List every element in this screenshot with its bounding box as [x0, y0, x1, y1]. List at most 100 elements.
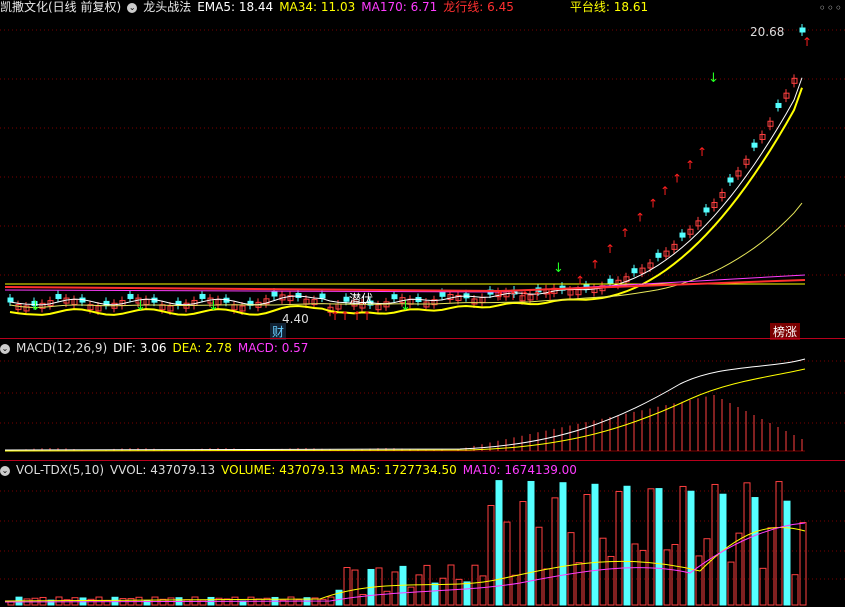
volume-bar — [631, 543, 639, 606]
down-arrow-icon: ↓ — [708, 71, 719, 86]
volume-bar — [679, 485, 687, 606]
down-arrow-icon: ↓ — [400, 299, 411, 314]
volume-bar — [623, 485, 631, 606]
candle-body — [391, 294, 398, 300]
volume-chart — [0, 480, 845, 606]
volume-bar — [447, 564, 455, 606]
volume-bar — [455, 578, 463, 606]
volume-bar — [535, 526, 543, 606]
volume-bar — [663, 549, 671, 606]
candle-body — [319, 293, 326, 299]
volume-bar — [351, 569, 359, 606]
up-arrow-icon: ↑ — [545, 289, 555, 303]
volume-bar — [783, 500, 791, 606]
volume-bar — [751, 497, 759, 606]
volume-bar — [671, 543, 679, 606]
volume-bar — [743, 482, 751, 606]
volume-bar — [687, 490, 695, 606]
volume-bar — [383, 590, 391, 606]
candle-body — [679, 232, 686, 238]
volume-bar — [439, 577, 447, 606]
volume-bar — [511, 574, 519, 606]
volume-bar — [183, 599, 191, 606]
up-arrow-icon: ↑ — [508, 289, 518, 303]
candle-body — [271, 291, 278, 297]
macd-chart — [0, 358, 845, 452]
up-arrow-icon: ↑ — [495, 289, 505, 303]
up-arrow-icon: ↑ — [590, 258, 600, 272]
up-arrow-icon: ↑ — [340, 309, 350, 323]
up-arrow-icon: ↑ — [648, 197, 658, 211]
down-arrow-icon: ↓ — [135, 299, 146, 314]
volume-bar — [431, 582, 439, 606]
candle-body — [7, 297, 14, 303]
volume-bar — [647, 488, 655, 606]
volume-bar — [95, 596, 103, 606]
volume-bar — [527, 480, 535, 606]
volume-bar — [199, 599, 207, 606]
candle-body — [655, 252, 662, 258]
up-arrow-icon: ↑ — [802, 35, 812, 49]
volume-bar — [727, 561, 735, 606]
up-arrow-icon: ↑ — [520, 289, 530, 303]
volume-bar — [295, 599, 303, 606]
volume-bar — [775, 481, 783, 606]
volume-bar — [599, 537, 607, 606]
up-arrow-icon: ↑ — [330, 309, 340, 323]
volume-bar — [407, 586, 415, 606]
up-arrow-icon: ↑ — [620, 226, 630, 240]
volume-pane[interactable]: ⌄ VOL-TDX(5,10) VVOL: 437079.13 VOLUME: 437… — [0, 461, 845, 607]
volume-bar — [111, 596, 119, 606]
volume-bar — [559, 482, 567, 606]
volume-bar — [575, 562, 583, 606]
candle-body — [295, 292, 302, 298]
candle-body — [55, 294, 62, 300]
up-arrow-icon: ↑ — [605, 242, 615, 256]
up-arrow-icon: ↑ — [660, 184, 670, 198]
price-pane[interactable]: 凯撒文化(日线 前复权) ⌄ 龙头战法 EMA5: 18.44 MA34: 11.03 M… — [0, 0, 845, 340]
candle-body — [439, 291, 446, 297]
volume-bar — [463, 581, 471, 606]
dif-line — [4, 358, 806, 451]
up-arrow-icon: ↑ — [672, 171, 682, 185]
volume-bar — [503, 521, 511, 606]
candle-body — [703, 207, 710, 213]
volume-bar — [391, 571, 399, 606]
down-arrow-icon: ↓ — [208, 299, 219, 314]
up-arrow-icon: ↑ — [532, 289, 542, 303]
candle-body — [727, 177, 734, 183]
volume-bar — [703, 538, 711, 606]
up-arrow-icon: ↑ — [685, 158, 695, 172]
candle-body — [751, 142, 758, 148]
up-arrow-icon: ↑ — [352, 309, 362, 323]
candle-body — [127, 293, 134, 299]
volume-bar — [655, 488, 663, 606]
high-price-label: 20.68 — [750, 25, 785, 39]
up-arrow-icon: ↑ — [635, 210, 645, 224]
up-arrow-icon: ↑ — [575, 273, 585, 287]
volume-bar — [615, 490, 623, 606]
volume-bar — [319, 598, 327, 606]
price-chart: ↓ ↓ ↓ ↓↓↓↑ ↑ ↑ ↑↑ ↑ ↑ ↑ ↑↑↑↑↑↑↑↑↑↑↑↑ — [0, 24, 845, 323]
volume-bar — [471, 564, 479, 606]
volume-bar — [591, 483, 599, 606]
volume-bar — [487, 504, 495, 606]
volume-bar — [567, 532, 575, 606]
volume-bar — [799, 522, 807, 606]
candle-body — [607, 278, 614, 284]
volume-bar — [519, 501, 527, 606]
volume-bar — [711, 483, 719, 606]
ema5-line — [9, 77, 803, 306]
macd-pane[interactable]: ⌄ MACD(12,26,9) DIF: 3.06 DEA: 2.78 MACD: 0.… — [0, 339, 845, 460]
volume-bar — [151, 596, 159, 606]
candle-body — [199, 293, 206, 299]
candle-body — [631, 268, 638, 274]
volume-bar — [543, 568, 551, 606]
down-arrow-icon: ↓ — [553, 261, 564, 276]
volume-bar — [767, 527, 775, 606]
volume-bar — [583, 494, 591, 606]
qianfu-label: 潜伏 — [349, 292, 374, 306]
candle-body — [775, 102, 782, 108]
down-arrow-icon: ↓ — [30, 299, 41, 314]
volume-bar — [695, 555, 703, 606]
